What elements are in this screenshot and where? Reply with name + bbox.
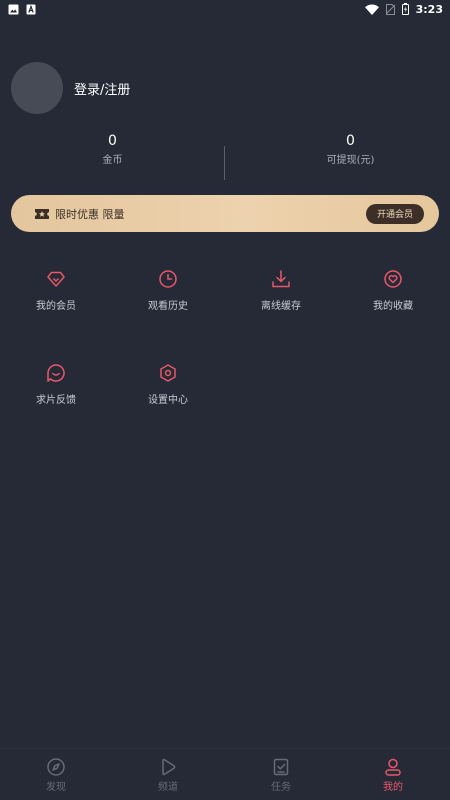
stats-divider xyxy=(224,146,225,180)
diamond-icon xyxy=(0,268,112,290)
promo-text: 限时优惠 限量 xyxy=(55,207,125,221)
menu-item-label: 离线缓存 xyxy=(261,301,301,312)
nav-tab-label: 发现 xyxy=(46,782,66,793)
user-icon xyxy=(337,757,449,777)
menu-item-vip[interactable]: 我的会员 xyxy=(0,268,112,312)
task-check-icon xyxy=(225,757,337,777)
play-icon xyxy=(112,757,224,777)
nav-tab-label: 我的 xyxy=(383,782,403,793)
download-icon xyxy=(225,268,337,290)
menu-item-label: 观看历史 xyxy=(148,301,188,312)
menu-item-label: 设置中心 xyxy=(148,395,188,406)
menu-item-label: 求片反馈 xyxy=(36,395,76,406)
nav-tab-label: 频道 xyxy=(158,782,178,793)
menu-item-favorites[interactable]: 我的收藏 xyxy=(337,268,449,312)
chat-bubble-icon xyxy=(0,362,112,384)
vip-promo-banner[interactable]: 限时优惠 限量 开通会员 xyxy=(11,195,439,232)
withdrawable-label: 可提现(元) xyxy=(326,155,375,166)
heart-icon xyxy=(337,268,449,290)
menu-item-request-feedback[interactable]: 求片反馈 xyxy=(0,362,112,406)
nav-tab-channels[interactable]: 频道 xyxy=(112,757,224,793)
nav-tab-discover[interactable]: 发现 xyxy=(0,757,112,793)
nav-tab-tasks[interactable]: 任务 xyxy=(225,757,337,793)
stats-row: 0 金币 0 可提现(元) xyxy=(0,133,450,183)
withdrawable-value: 0 xyxy=(346,133,355,149)
status-time: 3:23 xyxy=(415,2,443,16)
wifi-icon xyxy=(364,4,379,15)
nav-tab-mine[interactable]: 我的 xyxy=(337,757,449,793)
vip-ticket-icon xyxy=(34,208,50,220)
settings-hexagon-icon xyxy=(112,362,224,384)
avatar[interactable] xyxy=(11,62,63,114)
menu-item-label: 我的收藏 xyxy=(373,301,413,312)
menu-item-settings[interactable]: 设置中心 xyxy=(112,362,224,406)
image-notification-icon xyxy=(8,4,19,15)
profile-header[interactable]: 登录/注册 xyxy=(11,62,130,114)
coins-stat[interactable]: 0 金币 xyxy=(0,133,225,166)
withdrawable-stat[interactable]: 0 可提现(元) xyxy=(238,133,450,166)
status-bar: 3:23 xyxy=(0,0,450,18)
no-sim-icon xyxy=(385,3,395,15)
login-register-link[interactable]: 登录/注册 xyxy=(74,79,130,98)
coins-value: 0 xyxy=(108,133,117,149)
compass-icon xyxy=(0,757,112,777)
coins-label: 金币 xyxy=(102,155,123,166)
menu-item-label: 我的会员 xyxy=(36,301,76,312)
text-notification-icon xyxy=(26,4,36,15)
menu-item-offline-cache[interactable]: 离线缓存 xyxy=(225,268,337,312)
clock-icon xyxy=(112,268,224,290)
menu-item-history[interactable]: 观看历史 xyxy=(112,268,224,312)
bottom-navigation: 发现 频道 任务 我的 xyxy=(0,748,450,800)
battery-charging-icon xyxy=(401,3,409,15)
activate-vip-button[interactable]: 开通会员 xyxy=(365,203,424,224)
nav-tab-label: 任务 xyxy=(271,782,291,793)
